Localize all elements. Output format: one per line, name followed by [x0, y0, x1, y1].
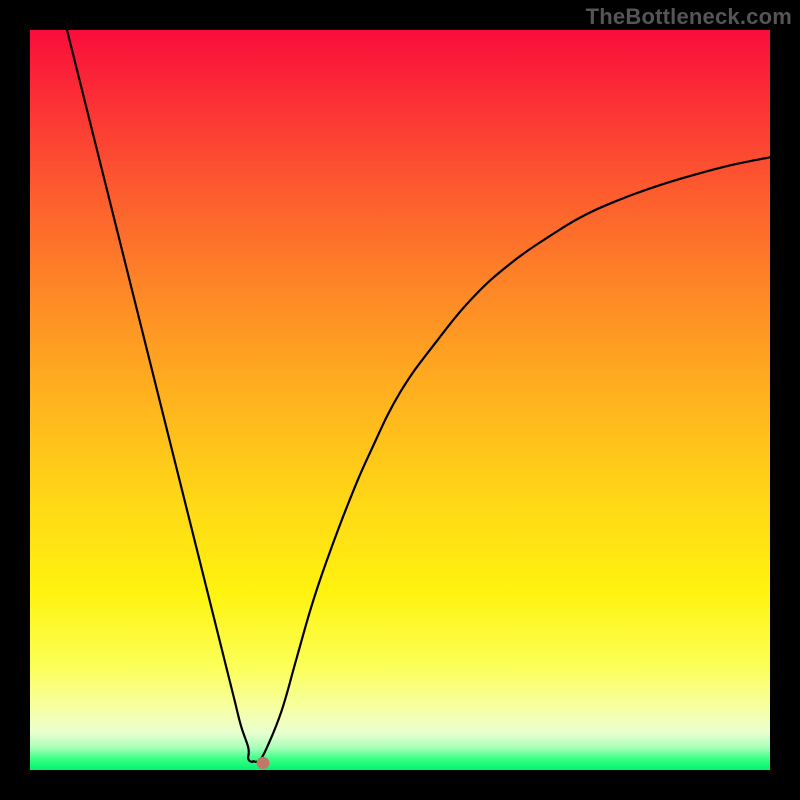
curve-svg: [30, 30, 770, 770]
attribution-text: TheBottleneck.com: [586, 4, 792, 30]
stage: TheBottleneck.com: [0, 0, 800, 800]
curve-path: [67, 30, 770, 762]
plot-area: [30, 30, 770, 770]
valley-marker: [257, 757, 270, 769]
